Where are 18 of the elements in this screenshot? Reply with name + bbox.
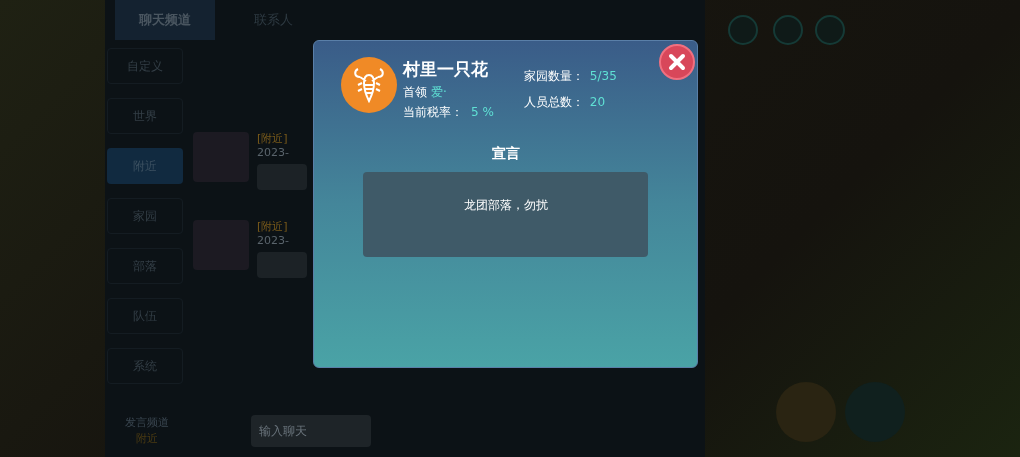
close-icon bbox=[668, 53, 686, 71]
tribe-name: 村里一只花 bbox=[403, 58, 489, 81]
tax-label: 当前税率： bbox=[403, 104, 463, 121]
members-value: 20 bbox=[589, 94, 606, 111]
declaration-title: 宣言 bbox=[491, 144, 520, 163]
scorpion-icon bbox=[341, 57, 397, 113]
message-time: 2023- bbox=[257, 146, 290, 160]
message-channel: [附近] bbox=[257, 132, 289, 146]
homes-label: 家园数量： bbox=[523, 68, 584, 85]
declaration-text: 龙团部落，勿扰 bbox=[463, 197, 548, 214]
message-time: 2023- bbox=[257, 234, 290, 248]
message-channel: [附近] bbox=[257, 220, 289, 234]
homes-value: 5/35 bbox=[589, 68, 617, 85]
leader-label: 首领 bbox=[403, 84, 427, 101]
leader-value: 爱· bbox=[431, 84, 447, 101]
members-label: 人员总数： bbox=[523, 94, 584, 111]
chat-input-field[interactable]: 输入聊天 bbox=[251, 415, 371, 447]
tax-value: 5 % bbox=[471, 104, 494, 121]
